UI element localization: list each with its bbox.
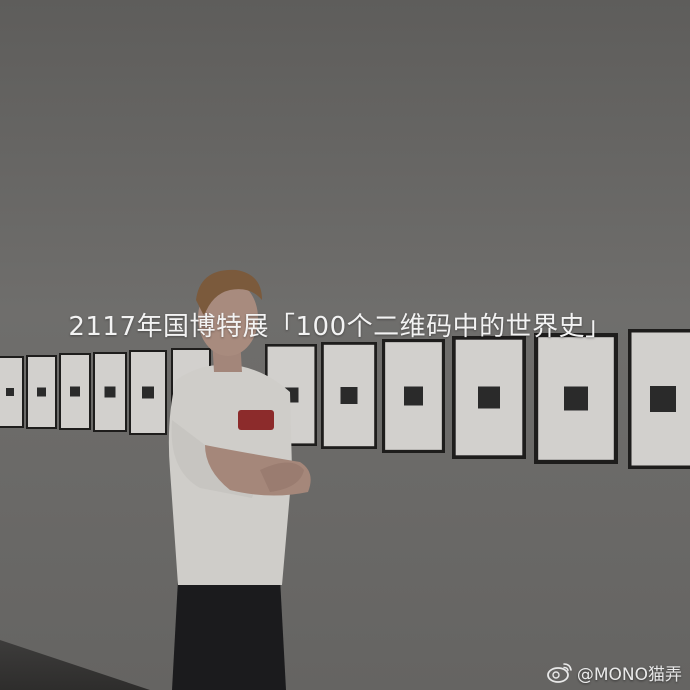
qr-code-print (404, 386, 423, 406)
watermark: @MONO猫弄 (546, 658, 682, 686)
artwork-frame (26, 355, 57, 429)
qr-code-print (478, 386, 500, 409)
qr-code-print (70, 386, 80, 397)
gallery-photo (0, 0, 690, 690)
qr-code-print (650, 386, 676, 412)
qr-code-print (6, 388, 14, 396)
artwork-frame (129, 350, 167, 435)
artwork-frame (382, 339, 445, 453)
shirt-logo (238, 410, 274, 430)
photo-scene: 2117年国博特展「100个二维码中的世界史」 @MONO猫弄 (0, 0, 690, 690)
artwork-frame (628, 329, 690, 469)
watermark-handle: @MONO猫弄 (576, 664, 682, 685)
artwork-frame (452, 336, 526, 459)
artwork-frame (321, 342, 377, 449)
weibo-icon (546, 663, 572, 683)
qr-code-print (37, 387, 46, 397)
photo-caption: 2117年国博特展「100个二维码中的世界史」 (68, 312, 612, 342)
qr-code-print (142, 386, 154, 399)
artwork-frame (93, 352, 127, 432)
artwork-frame (534, 333, 618, 464)
artwork-frame (0, 356, 24, 428)
qr-code-print (104, 386, 116, 398)
artwork-frame (59, 353, 91, 430)
qr-code-print (340, 387, 358, 404)
qr-code-print (564, 386, 588, 411)
